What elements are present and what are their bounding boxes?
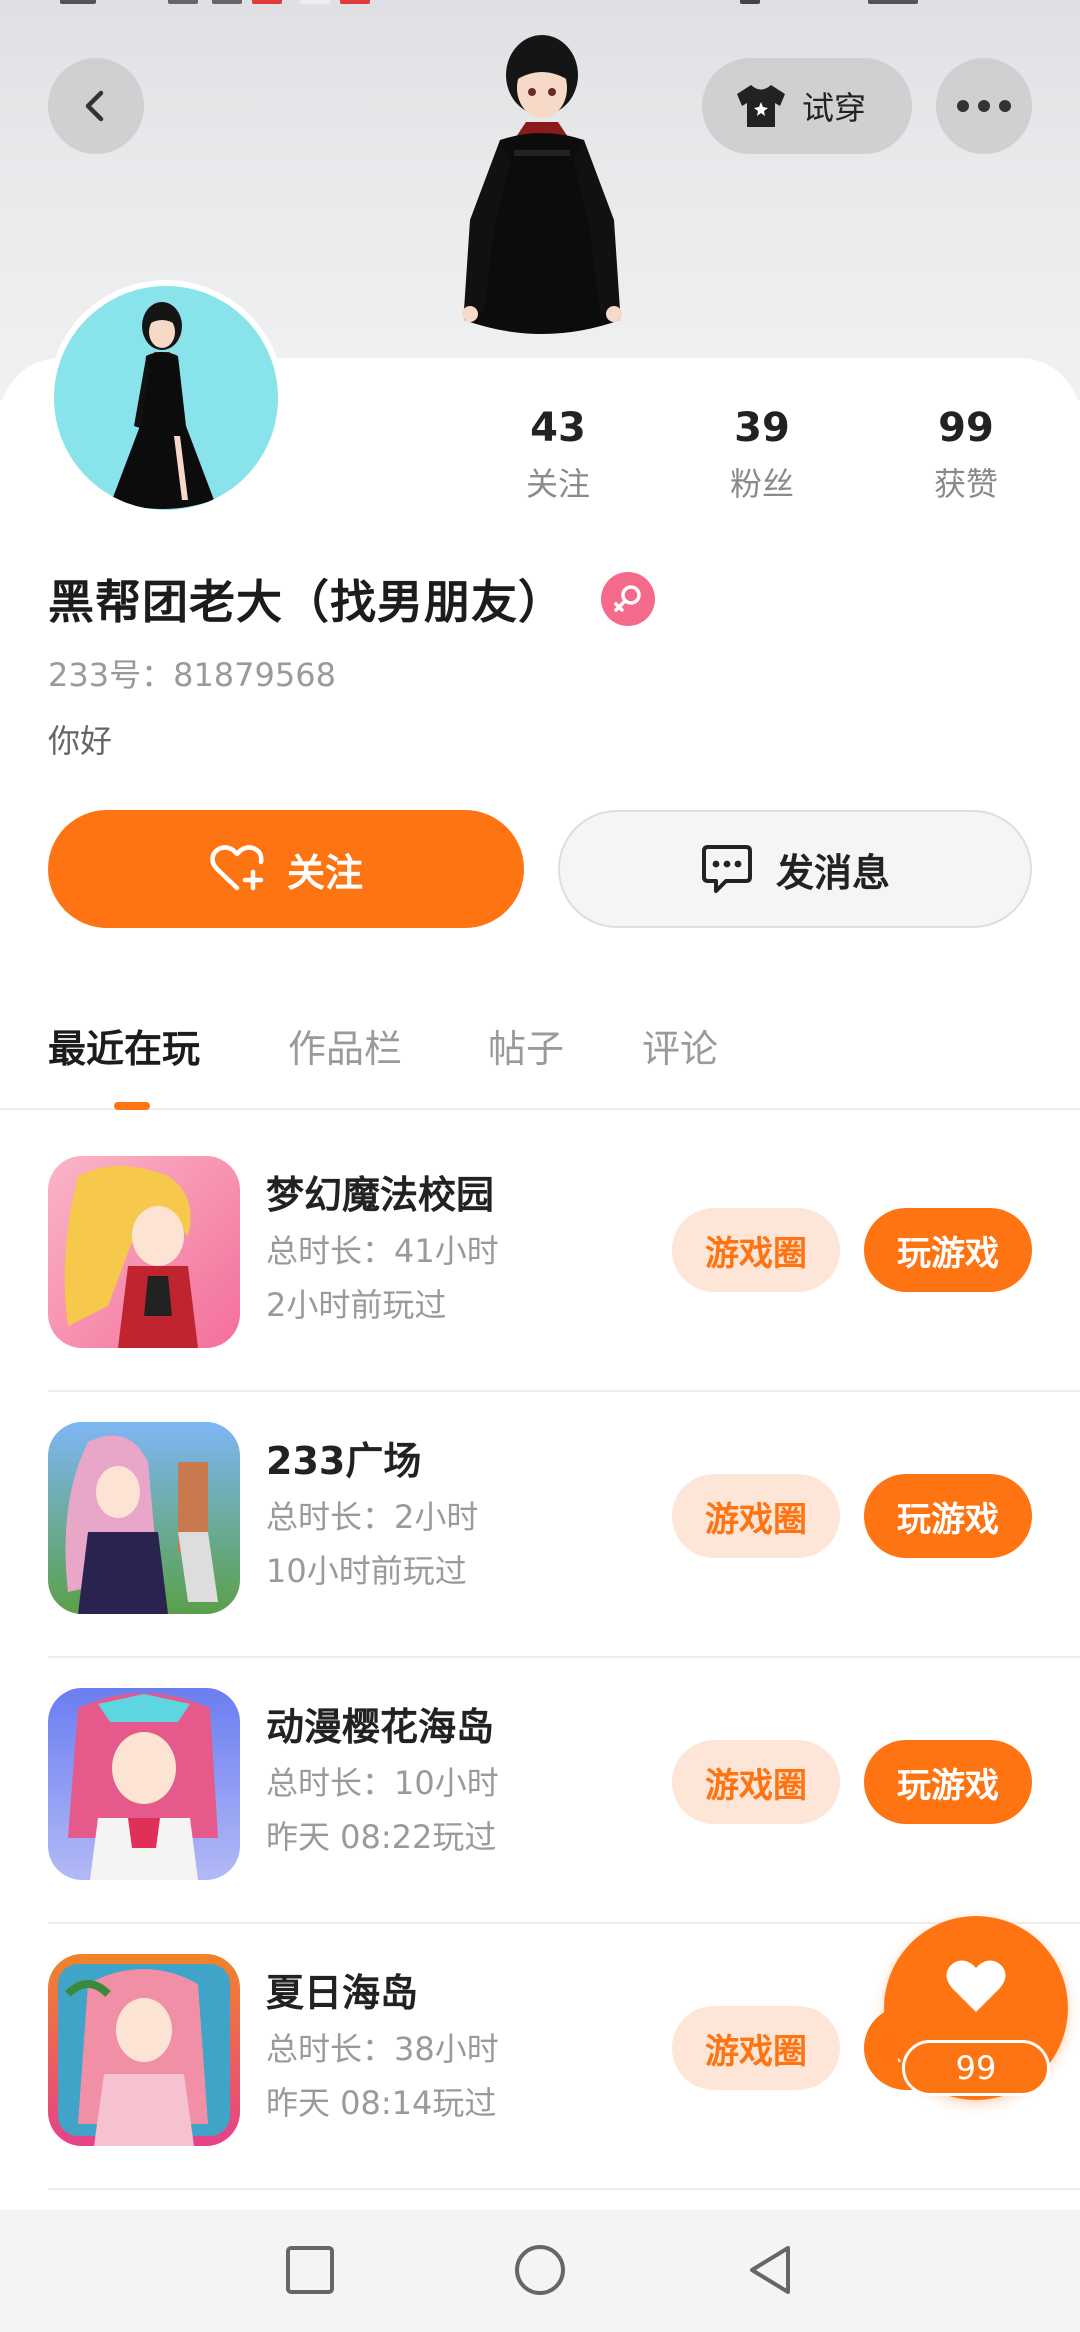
play-game-button[interactable]: 玩游戏	[864, 1740, 1032, 1824]
game-title: 233广场	[266, 1439, 422, 1483]
back-button[interactable]	[48, 58, 144, 154]
stat-label: 粉丝	[729, 465, 794, 503]
tab-indicator	[114, 1102, 150, 1110]
game-last-played: 10小时前玩过	[266, 1552, 467, 1590]
tab-posts[interactable]: 帖子	[488, 1018, 564, 1073]
heart-plus-icon	[210, 845, 264, 891]
tab-recent-playing[interactable]: 最近在玩	[48, 1018, 200, 1073]
chat-bubble-icon	[701, 845, 752, 893]
stat-likes[interactable]: 99 获赞	[896, 398, 1036, 510]
back-triangle-icon[interactable]	[742, 2242, 798, 2298]
avatar-3d-figure	[462, 35, 622, 334]
status-bar	[0, 0, 1080, 10]
user-id: 233号：81879568	[48, 656, 336, 694]
divider	[48, 2188, 1080, 2190]
game-duration: 总时长：2小时	[266, 1498, 479, 1536]
tab-comments[interactable]: 评论	[642, 1018, 718, 1073]
game-circle-button[interactable]: 游戏圈	[672, 2006, 840, 2090]
shirt-icon	[737, 85, 785, 127]
game-last-played: 昨天 08:22玩过	[266, 1818, 497, 1856]
follow-label: 关注	[286, 850, 363, 895]
game-last-played: 2小时前玩过	[266, 1286, 447, 1324]
more-button[interactable]	[936, 58, 1032, 154]
avatar-figure	[112, 302, 214, 509]
stat-following[interactable]: 43 关注	[488, 398, 628, 510]
list-item[interactable]: 梦幻魔法校园 总时长：41小时 2小时前玩过 游戏圈 玩游戏	[0, 1126, 1080, 1392]
game-title: 夏日海岛	[266, 1971, 419, 2015]
game-circle-button[interactable]: 游戏圈	[672, 1208, 840, 1292]
like-count: 99	[902, 2040, 1050, 2096]
game-title: 梦幻魔法校园	[266, 1173, 495, 1217]
message-label: 发消息	[775, 850, 890, 895]
more-dots-icon	[957, 100, 1011, 112]
heart-icon	[946, 1960, 1006, 2012]
list-item[interactable]: 233广场 总时长：2小时 10小时前玩过 游戏圈 玩游戏	[0, 1392, 1080, 1658]
try-on-button[interactable]: 试穿	[702, 58, 912, 154]
bio: 你好	[48, 722, 113, 760]
stat-label: 获赞	[933, 465, 998, 503]
game-duration: 总时长：41小时	[266, 1232, 499, 1270]
chevron-left-icon	[85, 90, 104, 122]
female-gender-icon	[601, 572, 655, 626]
game-icon	[48, 1954, 240, 2146]
home-circle-icon[interactable]	[512, 2242, 568, 2298]
profile-name: 黑帮团老大（找男朋友）	[48, 575, 565, 629]
try-on-label: 试穿	[802, 89, 867, 127]
system-nav-bar	[0, 2210, 1080, 2332]
stat-followers[interactable]: 39 粉丝	[692, 398, 832, 510]
follow-button[interactable]: 关注	[48, 810, 524, 928]
game-icon	[48, 1156, 240, 1348]
name-row: 黑帮团老大（找男朋友）	[48, 566, 655, 632]
game-circle-button[interactable]: 游戏圈	[672, 1474, 840, 1558]
game-last-played: 昨天 08:14玩过	[266, 2084, 497, 2122]
game-icon	[48, 1422, 240, 1614]
list-item[interactable]: 动漫樱花海岛 总时长：10小时 昨天 08:22玩过 游戏圈 玩游戏	[0, 1658, 1080, 1924]
tab-works[interactable]: 作品栏	[288, 1018, 402, 1073]
stat-value: 39	[734, 405, 790, 451]
game-title: 动漫樱花海岛	[266, 1705, 495, 1749]
play-game-button[interactable]: 玩游戏	[864, 1474, 1032, 1558]
stat-value: 99	[938, 405, 994, 451]
game-circle-button[interactable]: 游戏圈	[672, 1740, 840, 1824]
recents-square-icon[interactable]	[282, 2242, 338, 2298]
avatar[interactable]	[48, 280, 284, 516]
stat-label: 关注	[525, 465, 590, 503]
profile-tabs: 最近在玩 作品栏 帖子 评论	[0, 1010, 1080, 1110]
play-game-button[interactable]: 玩游戏	[864, 1208, 1032, 1292]
game-duration: 总时长：10小时	[266, 1764, 499, 1802]
game-duration: 总时长：38小时	[266, 2030, 499, 2068]
game-icon	[48, 1688, 240, 1880]
stat-value: 43	[530, 405, 586, 451]
message-button[interactable]: 发消息	[558, 810, 1032, 928]
